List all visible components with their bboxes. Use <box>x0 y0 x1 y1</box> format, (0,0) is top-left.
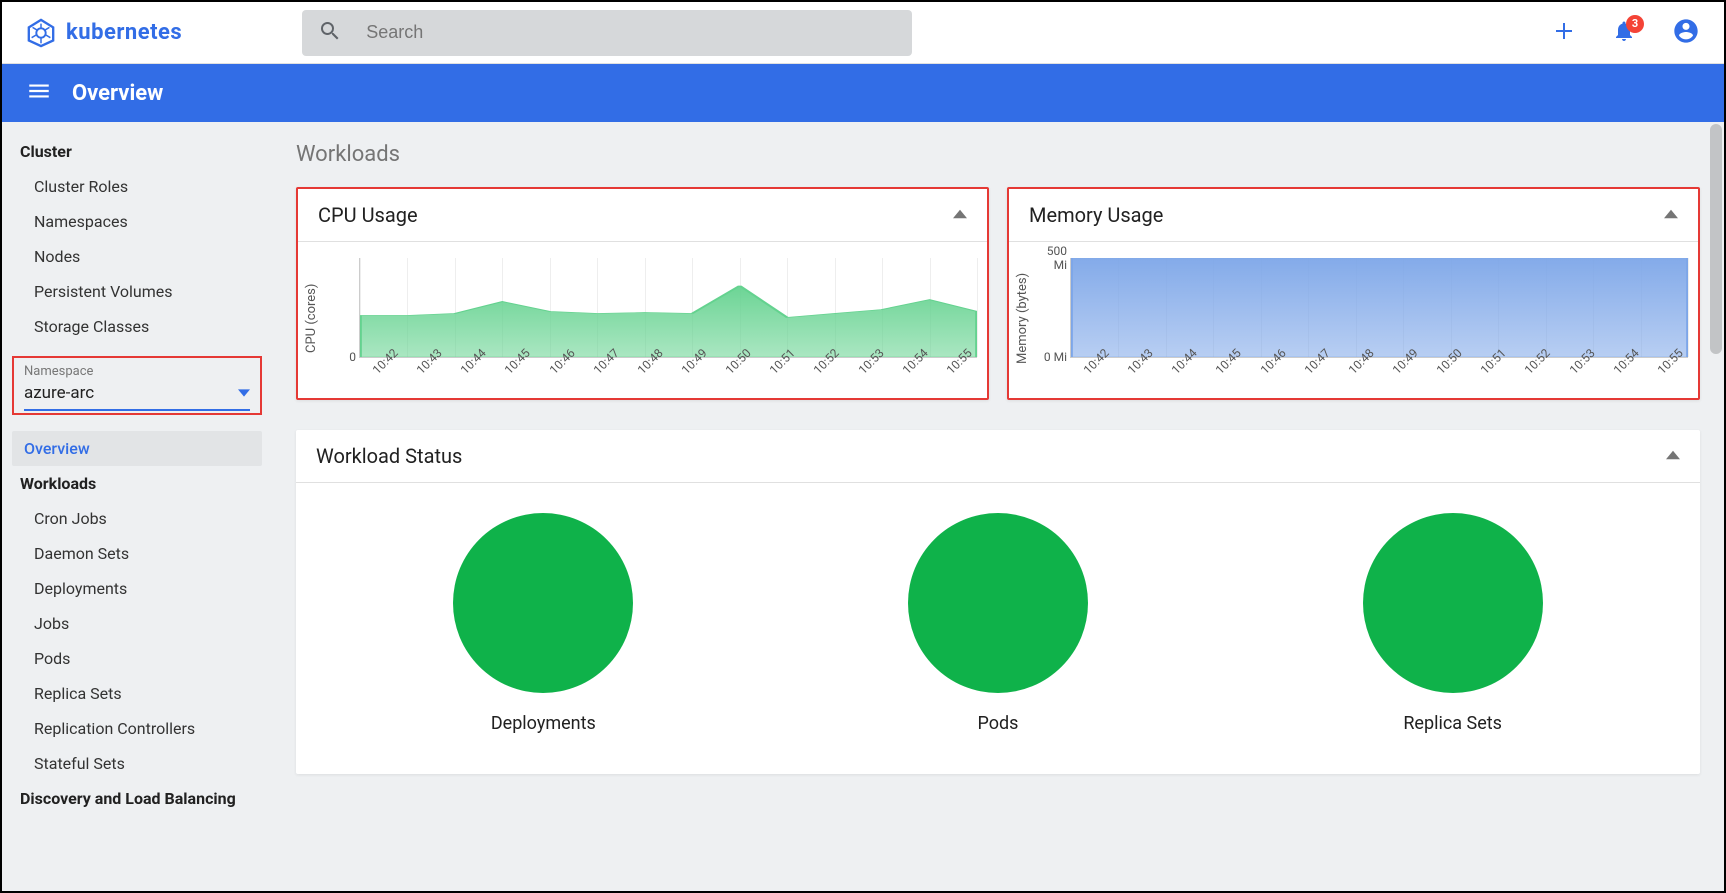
status-label: Pods <box>978 713 1019 734</box>
status-circle-icon <box>908 513 1088 693</box>
cpu-usage-card: CPU Usage CPU (cores) 0 10:4210:4310:441… <box>296 187 989 400</box>
layout: Cluster Cluster Roles Namespaces Nodes P… <box>2 122 1724 891</box>
search-bar[interactable] <box>302 10 912 56</box>
status-label: Deployments <box>491 713 596 734</box>
workload-status-title: Workload Status <box>316 444 462 468</box>
sidebar-section-workloads[interactable]: Workloads <box>12 466 262 501</box>
sidebar-item-persistent-volumes[interactable]: Persistent Volumes <box>12 274 262 309</box>
user-account-button[interactable] <box>1672 17 1700 49</box>
blue-bar: Overview <box>2 64 1724 122</box>
sidebar-item-replica-sets[interactable]: Replica Sets <box>12 676 262 711</box>
collapse-button[interactable] <box>953 206 967 225</box>
search-icon <box>318 19 342 47</box>
notifications-button[interactable]: 3 <box>1612 19 1636 47</box>
y-tick: 0 Mi <box>1031 350 1067 364</box>
namespace-selector[interactable]: Namespace azure-arc <box>12 356 262 415</box>
top-bar: kubernetes 3 <box>2 2 1724 64</box>
section-title-workloads: Workloads <box>296 142 1700 167</box>
status-circle-icon <box>1363 513 1543 693</box>
create-button[interactable] <box>1552 19 1576 47</box>
cpu-x-ticks: 10:4210:4310:4410:4510:4610:4710:4810:49… <box>359 358 977 378</box>
logo[interactable]: kubernetes <box>26 18 182 48</box>
memory-y-axis-label: Memory (bytes) <box>1015 258 1030 378</box>
caret-down-icon <box>238 384 250 403</box>
sidebar-section-cluster[interactable]: Cluster <box>12 134 262 169</box>
sidebar-item-deployments[interactable]: Deployments <box>12 571 262 606</box>
page-title: Overview <box>72 81 163 106</box>
sidebar-section-discovery[interactable]: Discovery and Load Balancing <box>12 781 262 816</box>
status-circle-icon <box>453 513 633 693</box>
status-label: Replica Sets <box>1403 713 1502 734</box>
sidebar-item-replication-controllers[interactable]: Replication Controllers <box>12 711 262 746</box>
memory-chart: Memory (bytes) 0 Mi 500 Mi 10:4210:4310:4… <box>1009 242 1698 398</box>
y-tick: 0 <box>320 350 356 364</box>
status-pods[interactable]: Pods <box>908 513 1088 734</box>
brand-name: kubernetes <box>66 20 182 45</box>
sidebar-item-overview[interactable]: Overview <box>12 431 262 466</box>
status-deployments[interactable]: Deployments <box>453 513 633 734</box>
sidebar: Cluster Cluster Roles Namespaces Nodes P… <box>2 122 272 891</box>
sidebar-item-jobs[interactable]: Jobs <box>12 606 262 641</box>
menu-toggle-button[interactable] <box>26 78 52 108</box>
kubernetes-logo-icon <box>26 18 56 48</box>
search-input[interactable] <box>366 22 896 43</box>
sidebar-item-nodes[interactable]: Nodes <box>12 239 262 274</box>
cpu-chart: CPU (cores) 0 10:4210:4310:4410:4510:461… <box>298 242 987 398</box>
sidebar-item-daemon-sets[interactable]: Daemon Sets <box>12 536 262 571</box>
namespace-label: Namespace <box>24 364 250 379</box>
workload-status-card: Workload Status Deployments Pods Replica… <box>296 430 1700 774</box>
charts-row: CPU Usage CPU (cores) 0 10:4210:4310:441… <box>296 187 1700 400</box>
scrollbar[interactable] <box>1710 124 1722 354</box>
status-replica-sets[interactable]: Replica Sets <box>1363 513 1543 734</box>
sidebar-item-stateful-sets[interactable]: Stateful Sets <box>12 746 262 781</box>
main-content: Workloads CPU Usage CPU (cores) 0 10:421… <box>272 122 1724 891</box>
memory-card-title: Memory Usage <box>1029 203 1163 227</box>
collapse-button[interactable] <box>1666 447 1680 466</box>
sidebar-item-pods[interactable]: Pods <box>12 641 262 676</box>
cpu-card-title: CPU Usage <box>318 203 418 227</box>
y-tick: 500 Mi <box>1031 244 1067 272</box>
sidebar-item-cron-jobs[interactable]: Cron Jobs <box>12 501 262 536</box>
sidebar-item-storage-classes[interactable]: Storage Classes <box>12 309 262 344</box>
sidebar-item-namespaces[interactable]: Namespaces <box>12 204 262 239</box>
collapse-button[interactable] <box>1664 206 1678 225</box>
namespace-value: azure-arc <box>24 379 94 407</box>
sidebar-item-cluster-roles[interactable]: Cluster Roles <box>12 169 262 204</box>
memory-usage-card: Memory Usage Memory (bytes) 0 Mi 500 Mi 1… <box>1007 187 1700 400</box>
top-right-actions: 3 <box>1552 17 1700 49</box>
notification-badge: 3 <box>1626 15 1644 33</box>
cpu-y-axis-label: CPU (cores) <box>304 258 319 378</box>
memory-x-ticks: 10:4210:4310:4410:4510:4610:4710:4810:49… <box>1070 358 1688 378</box>
